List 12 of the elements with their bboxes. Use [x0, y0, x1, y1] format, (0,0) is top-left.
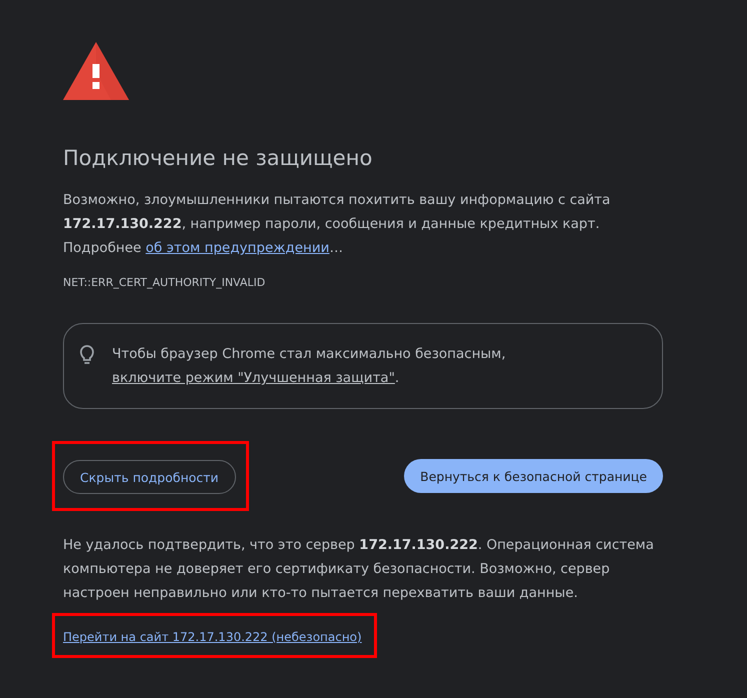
- details-text: Не удалось подтвердить, что это сервер 172.17.130.222. Операционная система компьютера не доверяет его сертификату безопасности. Возможно, сервер настроен неправильно или кто-то пытается перехватить ваши данные.: [63, 536, 655, 603]
- hide-details-button[interactable]: Скрыть подробности: [63, 460, 236, 494]
- warning-text: Возможно, злоумышленники пытаются похитить вашу информацию с сайта 172.17.130.222, например пароли, сообщения и данные кредитных карт. Подробнее об этом предупреждении…: [63, 191, 612, 258]
- learn-more-link[interactable]: об этом предупреждении: [146, 240, 330, 256]
- back-to-safety-button[interactable]: Вернуться к безопасной странице: [404, 459, 663, 493]
- proceed-link[interactable]: Перейти на сайт 172.17.130.222 (небезопасно): [63, 630, 362, 644]
- error-code: NET::ERR_CERT_AUTHORITY_INVALID: [63, 276, 266, 289]
- enhanced-protection-link[interactable]: включите режим "Улучшенная защита": [112, 370, 395, 386]
- hint-text: Чтобы браузер Chrome стал максимально безопасным, включите режим "Улучшенная защита".: [112, 345, 507, 388]
- lightbulb-icon: [80, 345, 94, 365]
- warning-icon: [63, 42, 129, 100]
- page-title: Подключение не защищено: [63, 145, 374, 172]
